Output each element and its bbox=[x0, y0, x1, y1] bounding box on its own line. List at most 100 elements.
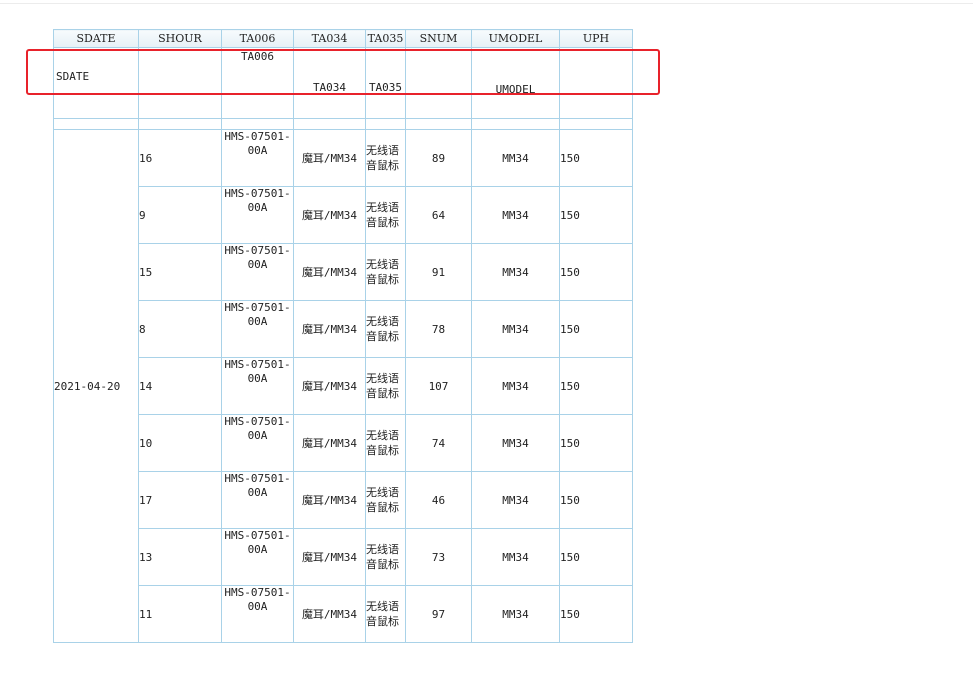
spacer-cell bbox=[221, 118, 294, 130]
table-row[interactable]: 15 HMS-07501-00A 魔耳/MM34 无线语音鼠标 91 MM34 150 bbox=[54, 243, 633, 301]
cell-ta006[interactable]: HMS-07501-00A bbox=[221, 414, 294, 472]
spacer-cell bbox=[293, 118, 366, 130]
cell-ta006[interactable]: HMS-07501-00A bbox=[221, 129, 294, 187]
cell-ta035[interactable]: 无线语音鼠标 bbox=[365, 471, 406, 529]
table-row[interactable]: 9 HMS-07501-00A 魔耳/MM34 无线语音鼠标 64 MM34 150 bbox=[54, 186, 633, 244]
cell-ta035[interactable]: 无线语音鼠标 bbox=[365, 129, 406, 187]
spacer-cell bbox=[138, 118, 222, 130]
cell-uph[interactable]: 150 bbox=[559, 471, 633, 529]
cell-ta035[interactable]: 无线语音鼠标 bbox=[365, 243, 406, 301]
cell-ta034[interactable]: 魔耳/MM34 bbox=[293, 471, 366, 529]
cell-umodel[interactable]: MM34 bbox=[471, 471, 560, 529]
cell-ta035[interactable]: 无线语音鼠标 bbox=[365, 300, 406, 358]
cell-umodel[interactable]: MM34 bbox=[471, 414, 560, 472]
col-header-ta034[interactable]: TA034 bbox=[293, 29, 366, 48]
cell-snum[interactable]: 64 bbox=[405, 186, 472, 244]
col-header-ta035[interactable]: TA035 bbox=[365, 29, 406, 48]
cell-umodel[interactable]: MM34 bbox=[471, 300, 560, 358]
table-row[interactable]: 2021-04-20 16 HMS-07501-00A 魔耳/MM34 无线语音鼠标 89… bbox=[53, 129, 633, 643]
cell-snum[interactable]: 74 bbox=[405, 414, 472, 472]
cell-ta034[interactable]: 魔耳/MM34 bbox=[293, 585, 366, 643]
cell-umodel[interactable]: MM34 bbox=[471, 528, 560, 586]
cell-ta034[interactable]: 魔耳/MM34 bbox=[293, 243, 366, 301]
cell-ta034[interactable]: 魔耳/MM34 bbox=[293, 357, 366, 415]
field-label-shour[interactable] bbox=[138, 47, 222, 119]
col-header-snum[interactable]: SNUM bbox=[405, 29, 472, 48]
cell-ta035[interactable]: 无线语音鼠标 bbox=[365, 186, 406, 244]
cell-ta034[interactable]: 魔耳/MM34 bbox=[293, 528, 366, 586]
field-label-sdate[interactable]: SDATE bbox=[53, 47, 139, 119]
field-label-row: SDATE TA006 TA034 TA035 UMODEL bbox=[53, 47, 633, 119]
cell-uph[interactable]: 150 bbox=[559, 357, 633, 415]
cell-uph[interactable]: 150 bbox=[559, 243, 633, 301]
spacer-cell bbox=[365, 118, 406, 130]
cell-ta035[interactable]: 无线语音鼠标 bbox=[365, 528, 406, 586]
spacer-cell bbox=[559, 118, 633, 130]
cell-snum[interactable]: 91 bbox=[405, 243, 472, 301]
cell-shour[interactable]: 13 bbox=[138, 528, 222, 586]
cell-ta035[interactable]: 无线语音鼠标 bbox=[365, 585, 406, 643]
cell-shour[interactable]: 9 bbox=[138, 186, 222, 244]
cell-snum[interactable]: 46 bbox=[405, 471, 472, 529]
cell-ta035[interactable]: 无线语音鼠标 bbox=[365, 357, 406, 415]
cell-ta034[interactable]: 魔耳/MM34 bbox=[293, 300, 366, 358]
cell-umodel[interactable]: MM34 bbox=[471, 585, 560, 643]
table-row[interactable]: 17 HMS-07501-00A 魔耳/MM34 无线语音鼠标 46 MM34 150 bbox=[54, 471, 633, 529]
field-label-ta035[interactable]: TA035 bbox=[365, 47, 406, 119]
cell-shour[interactable]: 8 bbox=[138, 300, 222, 358]
cell-shour[interactable]: 17 bbox=[138, 471, 222, 529]
table-row[interactable]: 14 HMS-07501-00A 魔耳/MM34 无线语音鼠标 107 MM34 150 bbox=[54, 357, 633, 415]
cell-ta006[interactable]: HMS-07501-00A bbox=[221, 300, 294, 358]
spacer-cell bbox=[405, 118, 472, 130]
cell-snum[interactable]: 73 bbox=[405, 528, 472, 586]
cell-umodel[interactable]: MM34 bbox=[471, 243, 560, 301]
cell-ta034[interactable]: 魔耳/MM34 bbox=[293, 129, 366, 187]
cell-ta006[interactable]: HMS-07501-00A bbox=[221, 471, 294, 529]
cell-ta006[interactable]: HMS-07501-00A bbox=[221, 186, 294, 244]
cell-ta035[interactable]: 无线语音鼠标 bbox=[365, 414, 406, 472]
field-label-ta034[interactable]: TA034 bbox=[293, 47, 366, 119]
cell-uph[interactable]: 150 bbox=[559, 414, 633, 472]
field-label-snum[interactable] bbox=[405, 47, 472, 119]
cell-shour[interactable]: 11 bbox=[138, 585, 222, 643]
col-header-umodel[interactable]: UMODEL bbox=[471, 29, 560, 48]
cell-sdate[interactable]: 2021-04-20 bbox=[53, 129, 139, 643]
spacer-cell bbox=[53, 118, 139, 130]
table-row[interactable]: 11 HMS-07501-00A 魔耳/MM34 无线语音鼠标 97 MM34 150 bbox=[54, 585, 633, 643]
cell-uph[interactable]: 150 bbox=[559, 585, 633, 643]
cell-umodel[interactable]: MM34 bbox=[471, 129, 560, 187]
table-row[interactable]: 8 HMS-07501-00A 魔耳/MM34 无线语音鼠标 78 MM34 150 bbox=[54, 300, 633, 358]
field-label-ta006[interactable]: TA006 bbox=[221, 47, 294, 119]
cell-shour[interactable]: 14 bbox=[138, 357, 222, 415]
field-label-umodel[interactable]: UMODEL bbox=[471, 47, 560, 119]
cell-shour[interactable]: 15 bbox=[138, 243, 222, 301]
window-top-divider bbox=[0, 3, 973, 4]
cell-ta034[interactable]: 魔耳/MM34 bbox=[293, 414, 366, 472]
col-header-ta006[interactable]: TA006 bbox=[221, 29, 294, 48]
cell-ta006[interactable]: HMS-07501-00A bbox=[221, 585, 294, 643]
col-header-sdate[interactable]: SDATE bbox=[53, 29, 139, 48]
header-row: SDATE SHOUR TA006 TA034 TA035 SNUM UMODE… bbox=[53, 29, 633, 48]
cell-uph[interactable]: 150 bbox=[559, 528, 633, 586]
cell-snum[interactable]: 89 bbox=[405, 129, 472, 187]
field-label-uph[interactable] bbox=[559, 47, 633, 119]
cell-umodel[interactable]: MM34 bbox=[471, 357, 560, 415]
table-row[interactable]: 10 HMS-07501-00A 魔耳/MM34 无线语音鼠标 74 MM34 150 bbox=[54, 414, 633, 472]
cell-ta006[interactable]: HMS-07501-00A bbox=[221, 528, 294, 586]
cell-umodel[interactable]: MM34 bbox=[471, 186, 560, 244]
cell-ta006[interactable]: HMS-07501-00A bbox=[221, 357, 294, 415]
cell-uph[interactable]: 150 bbox=[559, 186, 633, 244]
col-header-shour[interactable]: SHOUR bbox=[138, 29, 222, 48]
cell-snum[interactable]: 107 bbox=[405, 357, 472, 415]
cell-shour[interactable]: 16 bbox=[138, 129, 222, 187]
cell-uph[interactable]: 150 bbox=[559, 129, 633, 187]
cell-snum[interactable]: 78 bbox=[405, 300, 472, 358]
cell-shour[interactable]: 10 bbox=[138, 414, 222, 472]
cell-snum[interactable]: 97 bbox=[405, 585, 472, 643]
col-header-uph[interactable]: UPH bbox=[559, 29, 633, 48]
cell-ta006[interactable]: HMS-07501-00A bbox=[221, 243, 294, 301]
spacer-row bbox=[53, 118, 633, 130]
cell-ta034[interactable]: 魔耳/MM34 bbox=[293, 186, 366, 244]
cell-uph[interactable]: 150 bbox=[559, 300, 633, 358]
table-row[interactable]: 13 HMS-07501-00A 魔耳/MM34 无线语音鼠标 73 MM34 150 bbox=[54, 528, 633, 586]
